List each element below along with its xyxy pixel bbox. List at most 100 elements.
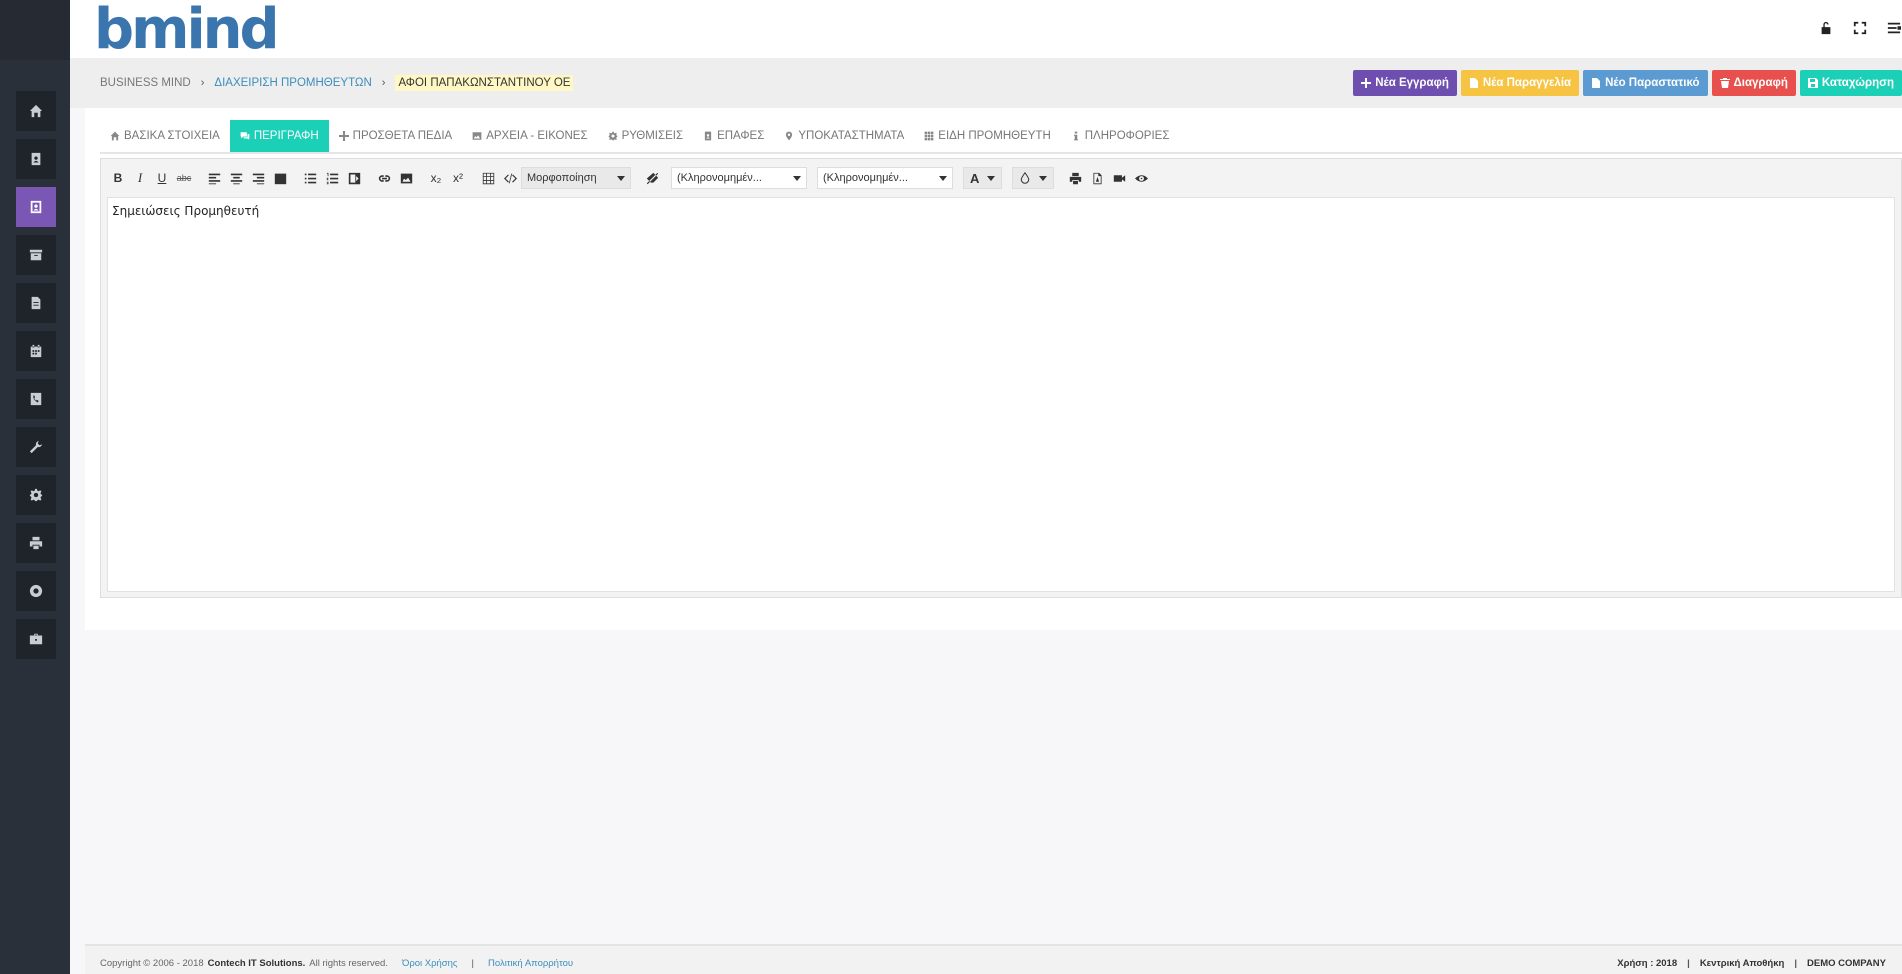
- file-icon: [1592, 78, 1601, 88]
- background-color-button[interactable]: [1012, 167, 1055, 189]
- footer-right: Χρήση : 2018 | Κεντρική Αποθήκη | DEMO C…: [1617, 958, 1886, 969]
- sidebar-item-settings[interactable]: [16, 475, 56, 515]
- subscript-button[interactable]: x₂: [425, 167, 447, 189]
- editor-content-text[interactable]: Σημειώσεις Προμηθευτή: [112, 204, 259, 218]
- unlock-icon[interactable]: [1818, 20, 1834, 36]
- numbered-list-icon: [326, 172, 338, 184]
- contact-icon: [704, 131, 712, 141]
- terms-link[interactable]: Όροι Χρήσης: [402, 958, 458, 969]
- plus-icon: [1361, 78, 1372, 88]
- source-code-button[interactable]: [499, 167, 521, 189]
- sidebar-item-storage[interactable]: [16, 235, 56, 275]
- superscript-button[interactable]: x²: [447, 167, 469, 189]
- home-icon: [29, 104, 43, 118]
- insert-link-button[interactable]: [373, 167, 395, 189]
- tab-branches[interactable]: ΥΠΟΚΑΤΑΣΤΗΜΑΤΑ: [774, 120, 914, 152]
- insert-table-button[interactable]: [477, 167, 499, 189]
- align-justify-icon: [274, 173, 286, 184]
- tab-basic-info[interactable]: ΒΑΣΙΚΑ ΣΤΟΙΧΕΙΑ: [100, 120, 230, 152]
- indent-icon: [348, 172, 360, 184]
- sidebar-item-support[interactable]: [16, 571, 56, 611]
- gear-icon: [608, 131, 617, 141]
- export-pdf-button[interactable]: [1086, 167, 1108, 189]
- breadcrumb-root[interactable]: BUSINESS MIND: [100, 77, 191, 89]
- new-entry-button[interactable]: Νέα Εγγραφή: [1353, 70, 1457, 96]
- wrench-icon: [29, 440, 43, 454]
- menu-toggle-icon[interactable]: [1886, 20, 1902, 36]
- align-left-button[interactable]: [203, 167, 225, 189]
- align-right-button[interactable]: [247, 167, 269, 189]
- align-center-button[interactable]: [225, 167, 247, 189]
- numbered-list-button[interactable]: [321, 167, 343, 189]
- sidebar-item-contacts[interactable]: [16, 139, 56, 179]
- sidebar-item-print[interactable]: [16, 523, 56, 563]
- sidebar-item-calls[interactable]: [16, 379, 56, 419]
- privacy-link[interactable]: Πολιτική Απορρήτου: [488, 958, 573, 969]
- strikethrough-button[interactable]: abc: [173, 167, 195, 189]
- caret-down-icon: [987, 175, 996, 181]
- bullet-list-button[interactable]: [299, 167, 321, 189]
- company-name: DEMO COMPANY: [1807, 958, 1886, 969]
- preview-button[interactable]: [1130, 167, 1152, 189]
- font-color-button[interactable]: A: [963, 167, 1003, 189]
- tab-description[interactable]: ΠΕΡΙΓΡΑΦΗ: [229, 120, 329, 152]
- sidebar-item-suppliers[interactable]: [16, 187, 56, 227]
- font-family-select[interactable]: (Κληρονομημέν...: [671, 167, 807, 189]
- bold-button[interactable]: B: [107, 167, 129, 189]
- rich-text-editor: B I U abc x₂ x² Μορφοποίηση (Κληρονομημέ…: [100, 158, 1902, 598]
- image-icon: [472, 132, 482, 140]
- bullet-list-icon: [304, 173, 316, 183]
- link-icon: [378, 174, 390, 182]
- footer-left: Copyright © 2006 - 2018 Contech IT Solut…: [100, 958, 573, 969]
- chevron-right-icon: ›: [381, 77, 386, 89]
- format-select[interactable]: Μορφοποίηση: [521, 167, 631, 189]
- insert-image-button[interactable]: [395, 167, 417, 189]
- copyright-text: Copyright © 2006 - 2018: [100, 958, 204, 969]
- justify-button[interactable]: [269, 167, 291, 189]
- delete-button[interactable]: Διαγραφή: [1711, 70, 1796, 96]
- trash-icon: [1719, 78, 1730, 88]
- print-button[interactable]: [1064, 167, 1086, 189]
- clear-format-button[interactable]: [641, 167, 663, 189]
- fullscreen-icon[interactable]: [1852, 20, 1868, 36]
- new-document-button[interactable]: Νέο Παραστατικό: [1583, 70, 1708, 96]
- calendar-icon: [30, 344, 42, 358]
- tab-supplier-items[interactable]: ΕΙΔΗ ΠΡΟΜΗΘΕΥΤΗ: [914, 120, 1060, 152]
- italic-button[interactable]: I: [129, 167, 151, 189]
- sidebar-item-documents[interactable]: [16, 283, 56, 323]
- home-icon: [110, 131, 120, 141]
- sidebar-item-calendar[interactable]: [16, 331, 56, 371]
- tab-extra-fields[interactable]: ΠΡΟΣΘΕΤΑ ΠΕΔΙΑ: [329, 120, 463, 152]
- editor-toolbar: B I U abc x₂ x² Μορφοποίηση (Κληρονομημέ…: [107, 165, 1152, 191]
- floppy-disk-icon: [1807, 78, 1818, 88]
- tab-contacts[interactable]: ΕΠΑΦΕΣ: [693, 120, 774, 152]
- insert-video-button[interactable]: [1108, 167, 1130, 189]
- tab-underline: [100, 152, 1902, 154]
- align-left-icon: [208, 173, 220, 184]
- table-icon: [482, 172, 494, 184]
- grid-icon: [924, 131, 934, 141]
- sidebar-item-tools[interactable]: [16, 427, 56, 467]
- support-lifebuoy-icon: [29, 584, 43, 598]
- tab-settings[interactable]: ΡΥΘΜΙΣΕΙΣ: [598, 120, 694, 152]
- underline-button[interactable]: U: [151, 167, 173, 189]
- tab-information[interactable]: ΠΛΗΡΟΦΟΡΙΕΣ: [1061, 120, 1180, 152]
- save-button[interactable]: Καταχώρηση: [1799, 70, 1902, 96]
- new-order-button[interactable]: Νέα Παραγγελία: [1460, 70, 1580, 96]
- warehouse-name: Κεντρική Αποθήκη: [1699, 958, 1785, 969]
- font-size-select[interactable]: (Κληρονομημέν...: [817, 167, 953, 189]
- breadcrumb-section[interactable]: ΔΙΑΧΕΙΡΙΣΗ ΠΡΟΜΗΘΕΥΤΩΝ: [214, 77, 371, 89]
- phone-icon: [30, 392, 42, 406]
- contacts-book-icon: [31, 152, 41, 166]
- caret-down-icon: [1039, 175, 1048, 181]
- sidebar-item-business[interactable]: [16, 619, 56, 659]
- rights-text: All rights reserved.: [309, 958, 388, 969]
- sidebar-item-home[interactable]: [16, 91, 56, 131]
- sidebar: [0, 0, 70, 974]
- info-icon: [1073, 131, 1078, 141]
- document-icon: [31, 296, 41, 310]
- tab-files-images[interactable]: ΑΡΧΕΙΑ - ΕΙΚΟΝΕΣ: [462, 120, 597, 152]
- editor-content-area[interactable]: Σημειώσεις Προμηθευτή: [107, 197, 1895, 592]
- bmind-logo[interactable]: bmind: [94, 2, 280, 58]
- indent-button[interactable]: [343, 167, 365, 189]
